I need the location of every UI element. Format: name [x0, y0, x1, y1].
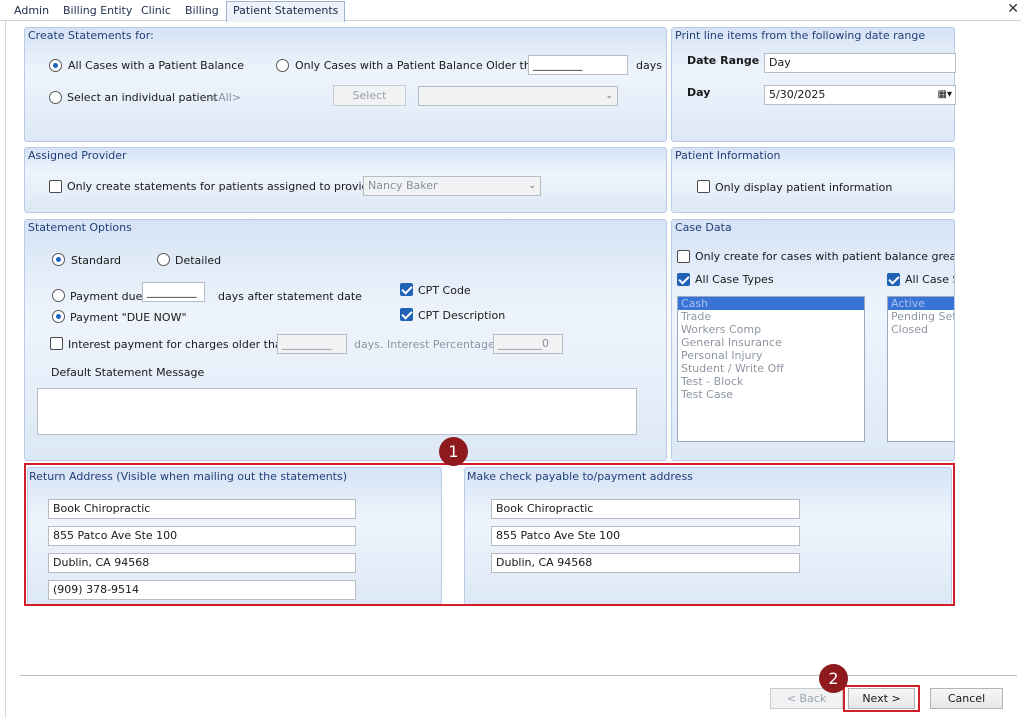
- interest-percentage-label: Interest Percentage:: [387, 338, 499, 351]
- day-date-input[interactable]: 5/30/2025 ▦▾: [764, 85, 956, 105]
- patient-select-dropdown[interactable]: ⌄: [418, 86, 618, 106]
- tab-clinic[interactable]: Clinic: [135, 3, 177, 21]
- date-range-select[interactable]: Day: [764, 53, 956, 73]
- panel-title: Create Statements for:: [28, 29, 154, 42]
- list-item[interactable]: Test Case: [678, 388, 864, 401]
- date-range-panel: Print line items from the following date…: [671, 27, 956, 142]
- default-message-label: Default Statement Message: [51, 366, 205, 379]
- detailed-radio[interactable]: [157, 253, 170, 266]
- panel-title: Print line items from the following date…: [675, 29, 926, 42]
- case-status-listbox[interactable]: Active Pending Settle Closed: [887, 296, 954, 442]
- older-than-days-input[interactable]: _________: [528, 55, 628, 75]
- panel-title: Statement Options: [28, 221, 132, 234]
- list-item[interactable]: Personal Injury: [678, 349, 864, 362]
- day-value: 5/30/2025: [769, 88, 826, 101]
- interest-label: Interest payment for charges older than:: [68, 338, 293, 351]
- select-button[interactable]: Select: [333, 85, 406, 106]
- individual-patient-radio[interactable]: [49, 91, 62, 104]
- list-item[interactable]: Student / Write Off: [678, 362, 864, 375]
- days-after-label: days after statement date: [218, 290, 362, 303]
- create-statements-panel: Create Statements for: All Cases with a …: [24, 27, 667, 142]
- close-icon[interactable]: ✕: [1007, 1, 1019, 17]
- list-item[interactable]: Trade: [678, 310, 864, 323]
- cpt-code-checkbox[interactable]: [400, 283, 413, 296]
- panel-title: Case Data: [675, 221, 732, 234]
- cpt-description-checkbox[interactable]: [400, 308, 413, 321]
- older-than-label: Only Cases with a Patient Balance Older …: [295, 59, 549, 72]
- all-case-status-checkbox[interactable]: [887, 273, 900, 286]
- cpt-description-label: CPT Description: [418, 309, 506, 322]
- tab-bar: Admin Billing Entity Clinic Billing Pati…: [0, 0, 1021, 22]
- case-balance-checkbox[interactable]: [677, 250, 690, 263]
- left-divider: [5, 21, 6, 718]
- provider-value: Nancy Baker: [368, 179, 438, 192]
- standard-radio[interactable]: [52, 253, 65, 266]
- patient-info-label: Only display patient information: [715, 181, 893, 194]
- detailed-label: Detailed: [175, 254, 222, 267]
- list-item[interactable]: Pending Settle: [888, 310, 954, 323]
- patient-information-panel: Patient Information Only display patient…: [671, 147, 955, 213]
- calendar-icon[interactable]: ▦▾: [938, 86, 952, 104]
- payment-due-label: Payment due: [70, 290, 143, 303]
- interest-days-label: days.: [354, 338, 384, 351]
- payment-now-radio[interactable]: [52, 310, 65, 323]
- address-highlight-frame: [24, 463, 955, 606]
- cancel-button[interactable]: Cancel: [930, 688, 1003, 709]
- interest-percentage-input[interactable]: ________0: [493, 334, 563, 354]
- list-item[interactable]: Active: [888, 297, 954, 310]
- step-marker-1: 1: [439, 437, 468, 466]
- tab-admin[interactable]: Admin: [8, 3, 55, 21]
- tab-billing-entity[interactable]: Billing Entity: [57, 3, 138, 21]
- assigned-provider-checkbox[interactable]: [49, 180, 62, 193]
- list-item[interactable]: Closed: [888, 323, 954, 336]
- all-cases-radio[interactable]: [49, 59, 62, 72]
- list-item[interactable]: Test - Block: [678, 375, 864, 388]
- list-item[interactable]: Workers Comp: [678, 323, 864, 336]
- next-highlight-frame: [843, 685, 920, 712]
- tab-billing[interactable]: Billing: [179, 3, 225, 21]
- list-item[interactable]: Cash: [678, 297, 864, 310]
- standard-label: Standard: [71, 254, 122, 267]
- chevron-down-icon: ⌄: [528, 181, 536, 191]
- tab-patient-statements[interactable]: Patient Statements: [226, 1, 346, 22]
- panel-title: Assigned Provider: [28, 149, 127, 162]
- interest-checkbox[interactable]: [50, 337, 63, 350]
- case-balance-label: Only create for cases with patient balan…: [695, 250, 954, 263]
- payment-now-label: Payment "DUE NOW": [70, 311, 187, 324]
- interest-days-input[interactable]: _________: [277, 334, 347, 354]
- individual-patient-value: <All>: [209, 91, 242, 104]
- older-than-radio[interactable]: [276, 59, 289, 72]
- default-message-textarea[interactable]: [37, 388, 637, 435]
- cpt-code-label: CPT Code: [418, 284, 471, 297]
- patient-info-checkbox[interactable]: [697, 180, 710, 193]
- all-case-types-checkbox[interactable]: [677, 273, 690, 286]
- payment-due-radio[interactable]: [52, 289, 65, 302]
- footer-divider: [20, 675, 1017, 676]
- date-range-label: Date Range: [687, 54, 760, 67]
- step-marker-2: 2: [819, 664, 848, 693]
- payment-due-days-input[interactable]: _________: [142, 282, 205, 302]
- individual-patient-label: Select an individual patient: [67, 91, 218, 104]
- assigned-provider-panel: Assigned Provider Only create statements…: [24, 147, 667, 213]
- statement-options-panel: Statement Options Standard Detailed Paym…: [24, 219, 667, 461]
- all-case-status-label: All Case St: [905, 273, 954, 286]
- list-item[interactable]: General Insurance: [678, 336, 864, 349]
- case-data-panel: Case Data Only create for cases with pat…: [671, 219, 955, 461]
- chevron-down-icon: ⌄: [605, 91, 613, 101]
- assigned-provider-label: Only create statements for patients assi…: [67, 180, 384, 193]
- all-cases-label: All Cases with a Patient Balance: [68, 59, 245, 72]
- days-label: days: [636, 59, 662, 72]
- case-types-listbox[interactable]: Cash Trade Workers Comp General Insuranc…: [677, 296, 865, 442]
- day-label: Day: [687, 86, 711, 99]
- panel-title: Patient Information: [675, 149, 781, 162]
- all-case-types-label: All Case Types: [695, 273, 774, 286]
- provider-dropdown[interactable]: Nancy Baker ⌄: [363, 176, 541, 196]
